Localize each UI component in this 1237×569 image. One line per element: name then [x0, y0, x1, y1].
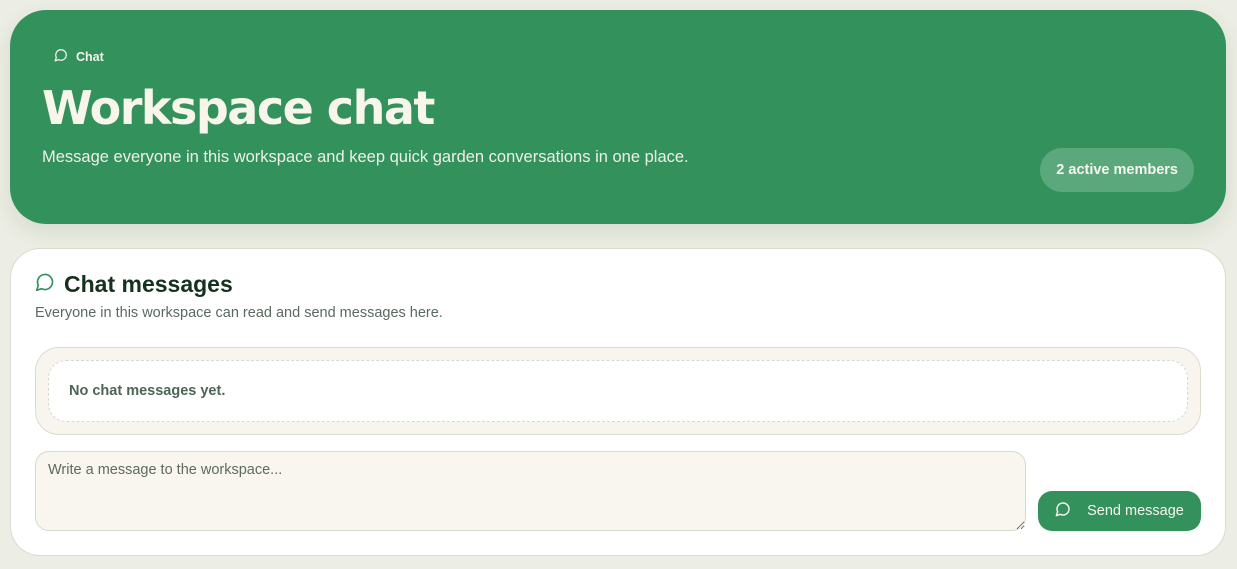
active-members-badge: 2 active members	[1040, 148, 1194, 192]
hero-tag: Chat	[54, 48, 104, 65]
chat-bubble-icon	[1055, 501, 1071, 521]
empty-state: No chat messages yet.	[48, 360, 1188, 422]
send-message-button[interactable]: Send message	[1038, 491, 1201, 531]
page: Chat Workspace chat Message everyone in …	[0, 0, 1237, 569]
message-input[interactable]	[35, 451, 1026, 531]
chat-messages-card: Chat messages Everyone in this workspace…	[10, 248, 1226, 556]
card-title: Chat messages	[64, 271, 233, 297]
chat-bubble-icon	[54, 48, 68, 65]
page-description: Message everyone in this workspace and k…	[42, 148, 689, 166]
page-title: Workspace chat	[42, 81, 435, 135]
card-header: Chat messages	[35, 271, 233, 298]
hero-tag-label: Chat	[76, 49, 104, 64]
hero-banner: Chat Workspace chat Message everyone in …	[10, 10, 1226, 224]
empty-state-text: No chat messages yet.	[69, 383, 226, 399]
chat-bubble-icon	[35, 272, 55, 297]
send-button-label: Send message	[1087, 503, 1184, 519]
message-list[interactable]: No chat messages yet.	[35, 347, 1201, 435]
card-subtitle: Everyone in this workspace can read and …	[35, 305, 443, 321]
